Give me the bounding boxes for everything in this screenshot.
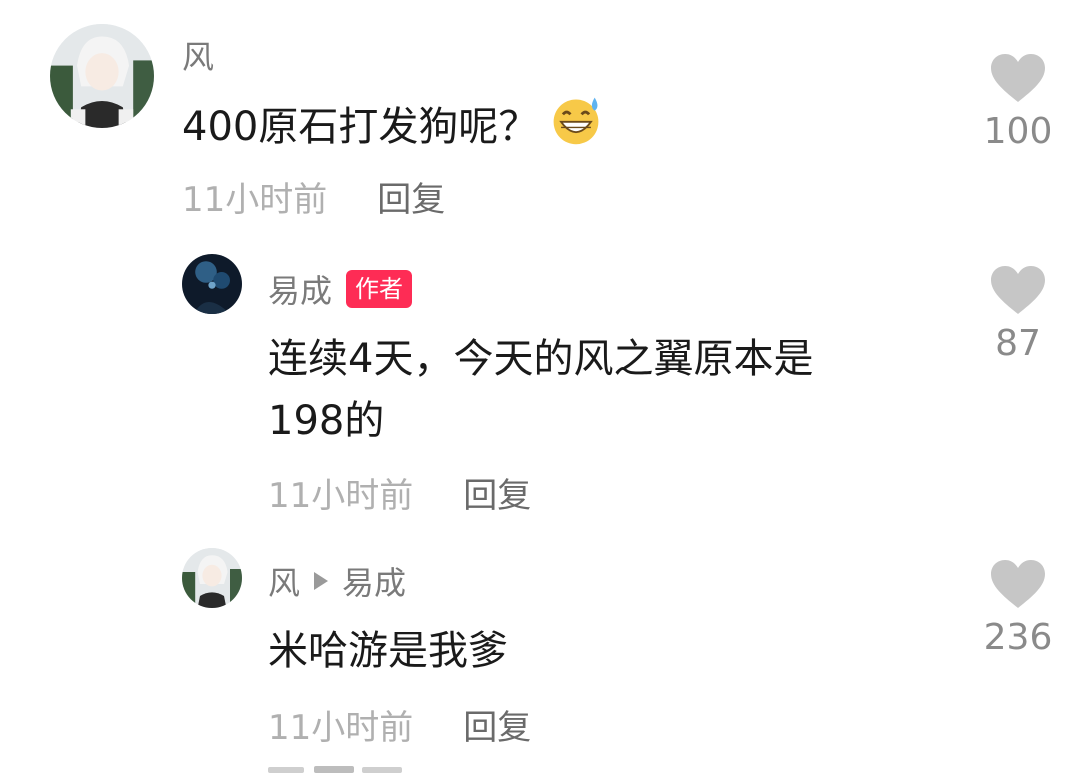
- avatar-image: [50, 24, 154, 128]
- reply-button[interactable]: 回复: [463, 468, 531, 517]
- reply-button[interactable]: 回复: [377, 172, 445, 221]
- truncated-next-row: [268, 766, 402, 773]
- timestamp: 11小时前: [268, 476, 414, 516]
- reply-button[interactable]: 回复: [463, 700, 531, 749]
- reply-to-username[interactable]: 易成: [342, 558, 406, 604]
- avatar-image: [182, 254, 242, 314]
- like-button[interactable]: 100: [978, 52, 1058, 154]
- reply-arrow-icon: [314, 572, 329, 590]
- comment-text: 米哈游是我爹: [268, 628, 508, 674]
- heart-icon: [991, 266, 1045, 314]
- avatar[interactable]: [50, 24, 154, 128]
- like-count: 87: [995, 323, 1041, 364]
- username[interactable]: 风: [268, 558, 300, 604]
- avatar[interactable]: [182, 254, 242, 314]
- comment-text-line-1: 连续4天，今天的风之翼原本是: [268, 336, 814, 382]
- avatar[interactable]: [182, 548, 242, 608]
- comment-2: 易成 作者 连续4天，今天的风之翼原本是 198的 11小时前 回复 87: [0, 230, 1080, 520]
- comment-text-content: 400原石打发狗呢？: [182, 104, 539, 150]
- heart-icon: [991, 560, 1045, 608]
- grinning-sweat-emoji-icon: [553, 97, 599, 145]
- author-badge: 作者: [346, 270, 413, 308]
- avatar-image: [182, 548, 242, 608]
- like-count: 100: [983, 111, 1053, 152]
- like-count: 236: [983, 617, 1053, 658]
- username[interactable]: 风: [182, 32, 214, 78]
- comment-text-line-2: 198的: [268, 398, 385, 444]
- comment-text: 400原石打发狗呢？: [182, 92, 604, 158]
- timestamp: 11小时前: [268, 708, 414, 748]
- comment-3: 风 易成 米哈游是我爹 11小时前 回复 236: [0, 520, 1080, 773]
- timestamp: 11小时前: [182, 180, 328, 220]
- heart-icon: [991, 54, 1045, 102]
- like-button[interactable]: 87: [978, 264, 1058, 366]
- comment-1: 风 400原石打发狗呢？ 11小时前 回复 100: [0, 0, 1080, 230]
- username[interactable]: 易成: [268, 266, 332, 312]
- like-button[interactable]: 236: [978, 558, 1058, 660]
